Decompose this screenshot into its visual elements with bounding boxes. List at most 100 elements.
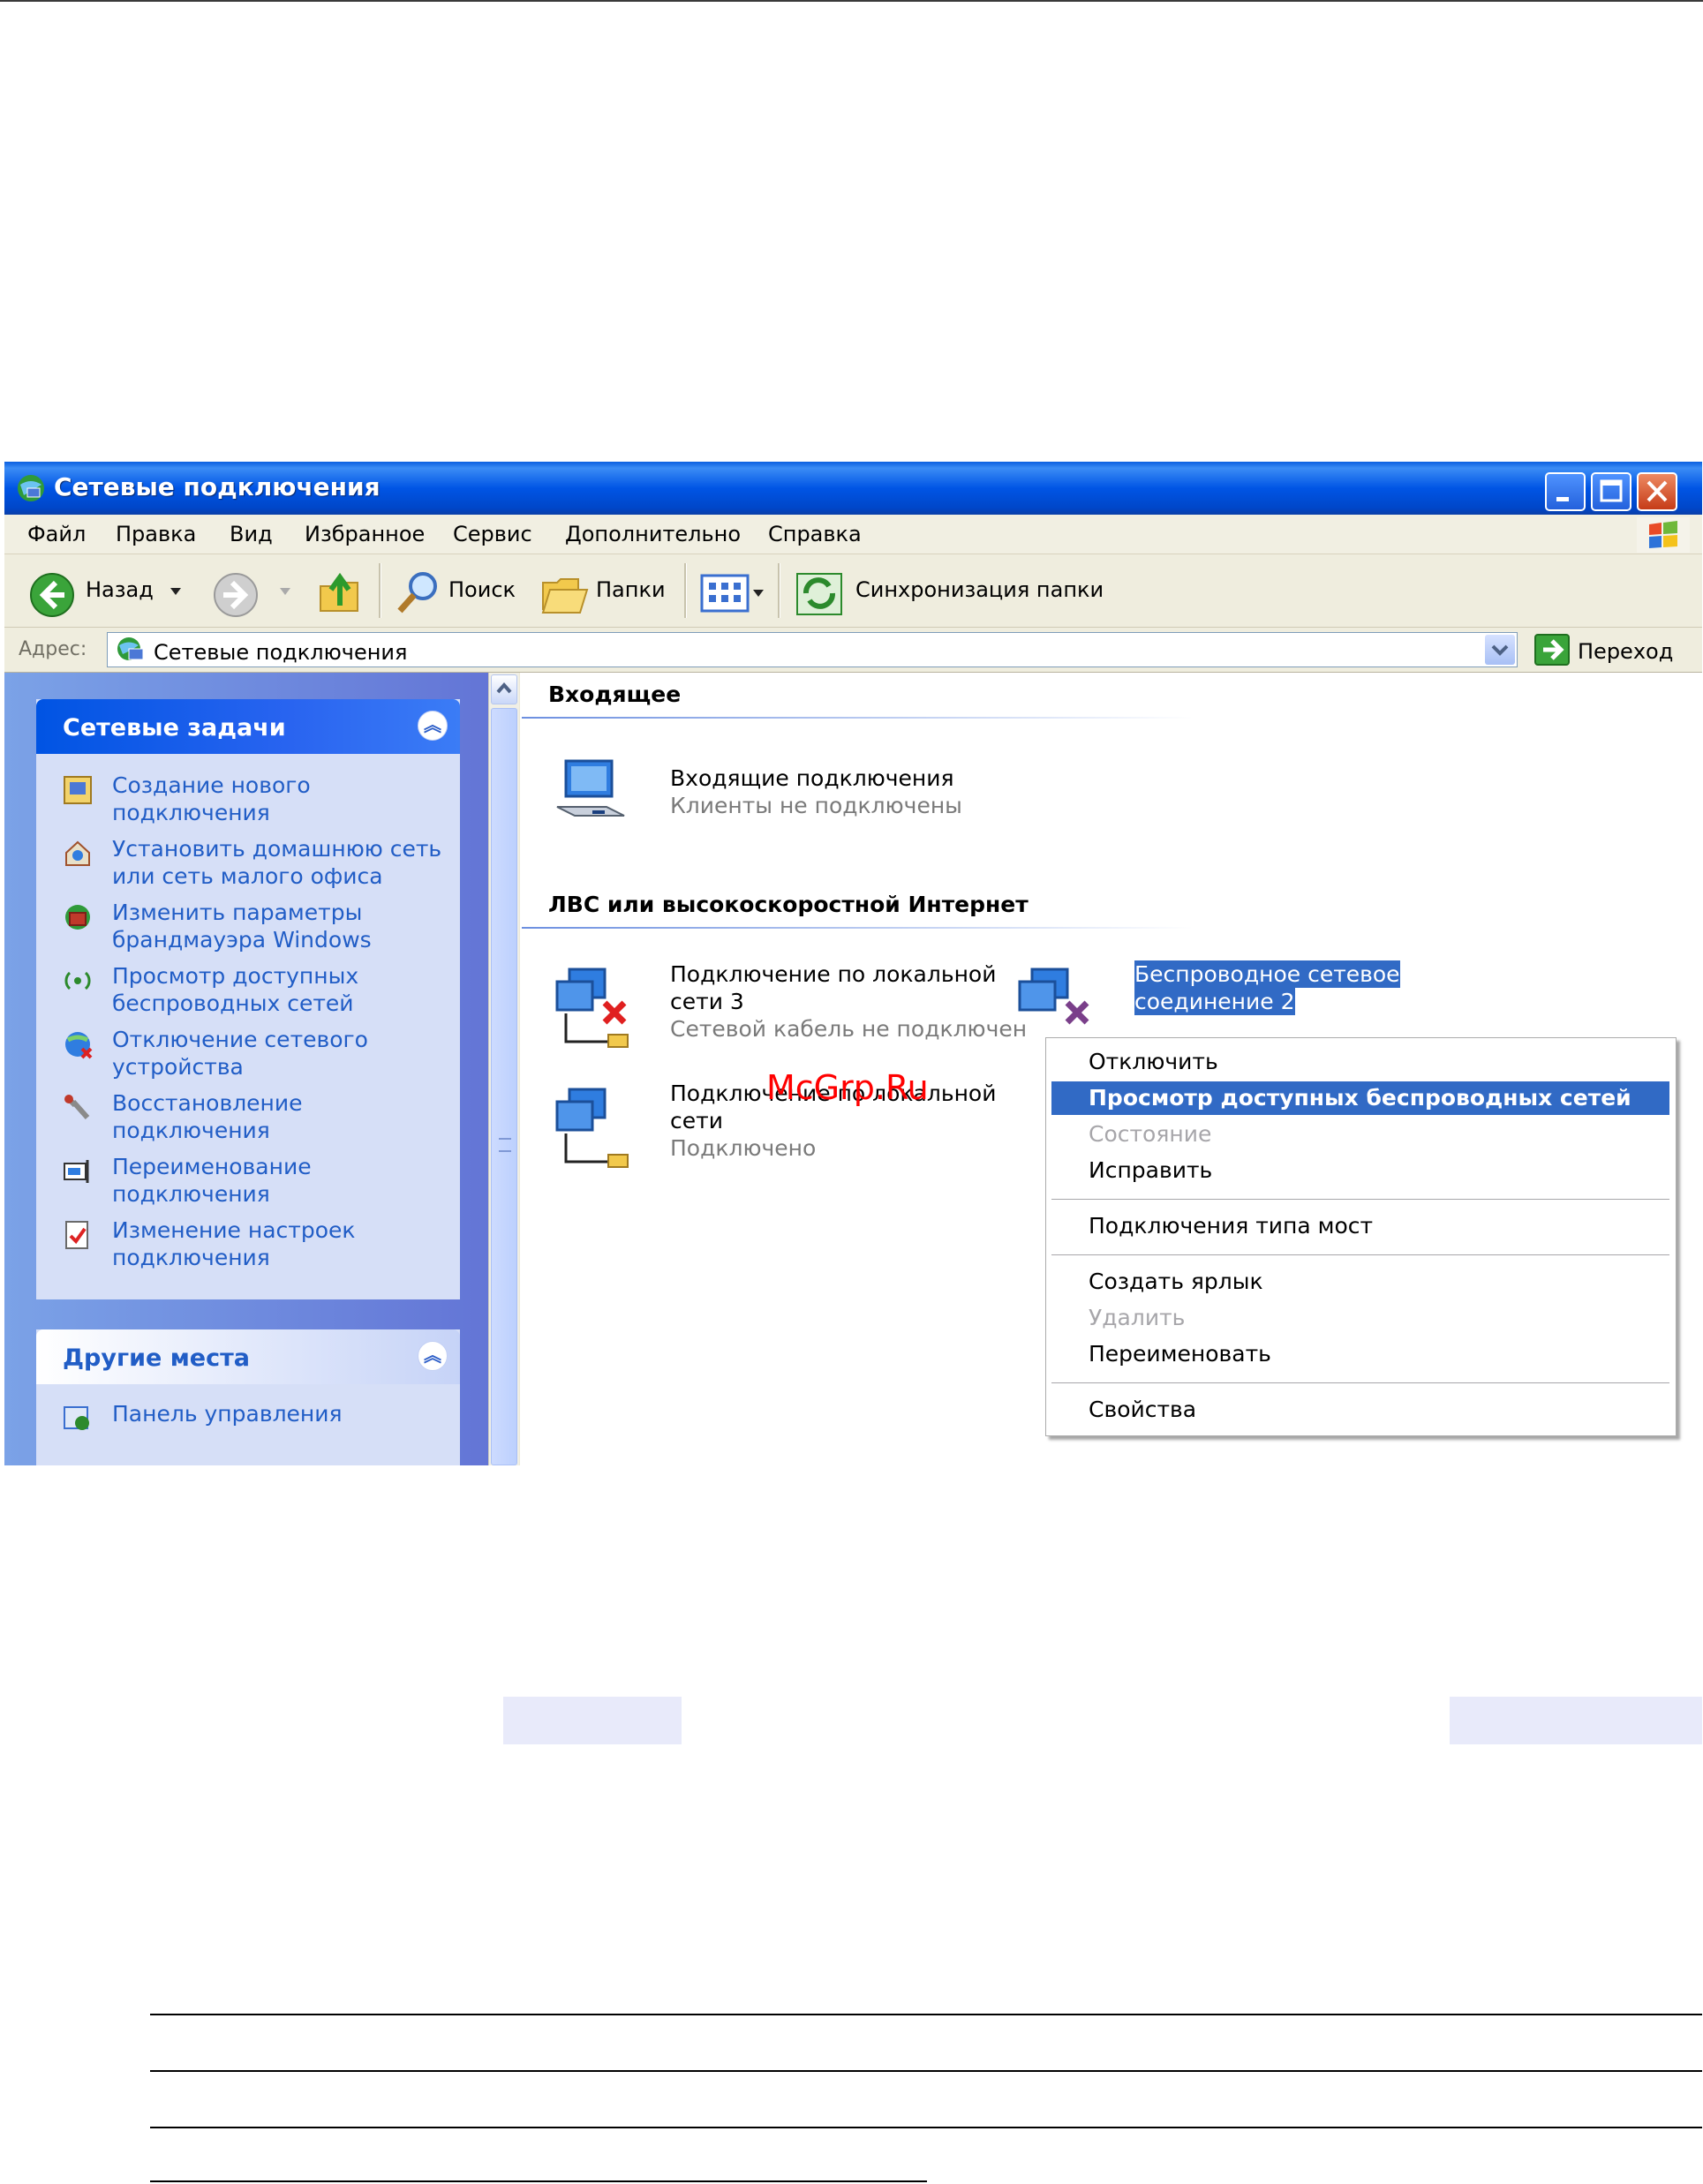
collapse-chevron-icon[interactable]: ︽	[418, 711, 448, 741]
incoming-connections-icon[interactable]	[554, 752, 633, 840]
network-tasks-panel: Сетевые задачи ︽ Создание нового подключ…	[36, 699, 460, 1299]
ctx-disconnect[interactable]: Отключить	[1051, 1045, 1669, 1079]
rename-icon	[64, 1160, 89, 1183]
incoming-connections-status: Клиенты не подключены	[670, 793, 962, 818]
menu-file[interactable]: Файл	[27, 522, 86, 546]
other-places-panel: Другие места ︽ Панель управления	[36, 1329, 460, 1465]
wireless-icon	[64, 971, 91, 990]
task-label[interactable]: Создание нового подключения	[112, 772, 465, 826]
highlight-box	[1450, 1697, 1702, 1744]
chevron-down-icon	[1491, 644, 1509, 656]
menu-help[interactable]: Справка	[768, 522, 862, 546]
task-firewall-settings[interactable]: Изменить параметры брандмауэра Windows	[63, 899, 451, 960]
address-bar: Адрес: Сетевые подключения Переход	[4, 628, 1702, 673]
chevron-up-icon	[496, 682, 512, 694]
task-change-settings[interactable]: Изменение настроек подключения	[63, 1216, 451, 1278]
wireless-name-line1[interactable]: Беспроводное сетевое	[1134, 960, 1400, 988]
menu-advanced[interactable]: Дополнительно	[565, 522, 741, 546]
network-tasks-header[interactable]: Сетевые задачи ︽	[36, 699, 460, 754]
go-button[interactable]: Переход	[1578, 639, 1673, 664]
folder-up-icon[interactable]	[315, 569, 365, 618]
task-view-wireless-networks[interactable]: Просмотр доступных беспроводных сетей	[63, 962, 451, 1024]
task-home-network[interactable]: Установить домашнюю сеть или сеть малого…	[63, 835, 451, 897]
minimize-button[interactable]	[1545, 472, 1586, 511]
back-button[interactable]: Назад	[86, 577, 154, 602]
ctx-view-wireless-networks[interactable]: Просмотр доступных беспроводных сетей	[1051, 1081, 1669, 1115]
forward-dropdown-icon	[280, 588, 290, 595]
task-repair-connection[interactable]: Восстановление подключения	[63, 1089, 451, 1151]
task-label[interactable]: Установить домашнюю сеть или сеть малого…	[112, 835, 465, 890]
task-rename-connection[interactable]: Переименование подключения	[63, 1153, 451, 1215]
title-bar[interactable]: Сетевые подключения	[4, 462, 1702, 515]
task-pane: Сетевые задачи ︽ Создание нового подключ…	[4, 673, 488, 1465]
collapse-chevron-icon[interactable]: ︽	[418, 1341, 448, 1371]
lan3-name-line1[interactable]: Подключение по локальной	[670, 960, 996, 988]
scroll-up-button[interactable]	[491, 674, 517, 704]
address-dropdown-button[interactable]	[1485, 635, 1515, 665]
ctx-repair[interactable]: Исправить	[1051, 1154, 1669, 1187]
search-icon[interactable]	[393, 569, 442, 618]
sync-folder-button[interactable]: Синхронизация папки	[855, 577, 1104, 602]
ctx-properties[interactable]: Свойства	[1051, 1393, 1669, 1427]
task-label[interactable]: Изменение настроек подключения	[112, 1216, 465, 1271]
folders-icon[interactable]	[539, 570, 591, 618]
place-label[interactable]: Панель управления	[112, 1400, 465, 1427]
maximize-icon	[1600, 479, 1623, 502]
ctx-separator	[1051, 1254, 1669, 1256]
other-places-title: Другие места	[63, 1344, 250, 1372]
wireless-name-line2[interactable]: соединение 2	[1134, 988, 1295, 1015]
task-label[interactable]: Восстановление подключения	[112, 1089, 465, 1144]
windows-logo-icon	[1637, 517, 1690, 553]
menu-view[interactable]: Вид	[230, 522, 273, 546]
maximize-button[interactable]	[1591, 472, 1631, 511]
group-header-incoming: Входящее	[548, 682, 682, 707]
toolbar-separator	[684, 563, 687, 618]
menu-tools[interactable]: Сервис	[453, 522, 532, 546]
new-connection-icon	[64, 776, 92, 804]
watermark: McGrp.Ru	[766, 1068, 929, 1107]
task-label[interactable]: Переименование подключения	[112, 1153, 465, 1208]
lan-connected-icon[interactable]	[554, 1084, 633, 1172]
lan3-name-line2[interactable]: сети 3	[670, 988, 744, 1015]
vertical-scrollbar[interactable]	[488, 673, 519, 1465]
task-label[interactable]: Изменить параметры брандмауэра Windows	[112, 899, 465, 953]
ctx-status: Состояние	[1089, 1121, 1212, 1147]
close-icon	[1646, 480, 1668, 502]
rule-line	[150, 2070, 1702, 2072]
sync-folder-icon[interactable]	[794, 569, 845, 618]
ctx-separator	[1051, 1199, 1669, 1201]
search-button[interactable]: Поиск	[448, 577, 516, 602]
menu-bar: Файл Правка Вид Избранное Сервис Дополни…	[4, 515, 1702, 554]
forward-arrow-icon[interactable]	[213, 572, 259, 618]
task-create-connection[interactable]: Создание нового подключения	[63, 772, 451, 833]
top-rule	[0, 0, 1703, 2]
rule-line	[150, 2180, 927, 2182]
group-header-lan: ЛВС или высокоскоростной Интернет	[548, 892, 1029, 917]
lan-disconnected-icon[interactable]	[554, 964, 633, 1052]
close-button[interactable]	[1637, 472, 1677, 511]
back-dropdown-icon[interactable]	[169, 586, 183, 597]
incoming-connections-label[interactable]: Входящие подключения	[670, 764, 954, 792]
task-label[interactable]: Отключение сетевого устройства	[112, 1026, 465, 1081]
back-arrow-icon[interactable]	[29, 572, 75, 618]
menu-edit[interactable]: Правка	[116, 522, 196, 546]
task-disable-device[interactable]: Отключение сетевого устройства	[63, 1026, 451, 1088]
scroll-thumb[interactable]	[491, 708, 517, 1465]
group-divider	[522, 927, 1193, 929]
place-control-panel[interactable]: Панель управления	[63, 1400, 451, 1462]
go-arrow-icon[interactable]	[1534, 634, 1570, 666]
control-panel-icon	[64, 1406, 89, 1430]
task-label[interactable]: Просмотр доступных беспроводных сетей	[112, 962, 465, 1017]
other-places-header[interactable]: Другие места ︽	[36, 1329, 460, 1384]
ctx-bridge-connections[interactable]: Подключения типа мост	[1051, 1209, 1669, 1243]
wrench-icon	[64, 1095, 90, 1119]
folders-button[interactable]: Папки	[596, 577, 666, 602]
ctx-rename[interactable]: Переименовать	[1051, 1337, 1669, 1371]
address-input[interactable]: Сетевые подключения	[107, 632, 1518, 667]
rule-line	[150, 2014, 1702, 2015]
lan-name-line2[interactable]: сети	[670, 1107, 723, 1134]
menu-favorites[interactable]: Избранное	[305, 522, 425, 546]
settings-checklist-icon	[65, 1221, 88, 1249]
views-icon[interactable]	[698, 572, 765, 614]
ctx-create-shortcut[interactable]: Создать ярлык	[1051, 1265, 1669, 1299]
